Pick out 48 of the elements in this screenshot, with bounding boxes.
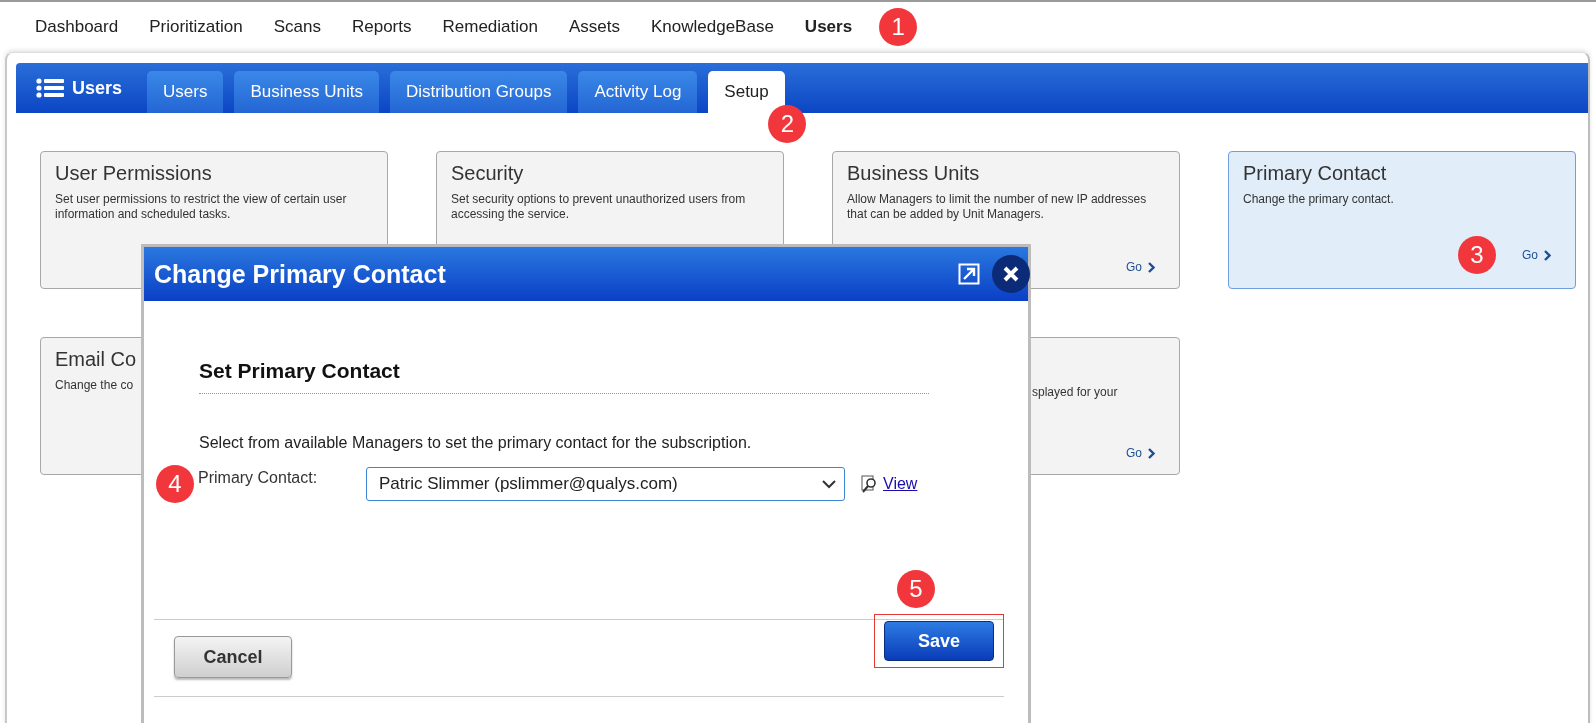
- tab[interactable]: Activity Log: [578, 71, 698, 113]
- card-description: Set security options to prevent unauthorized users from accessing the service.: [451, 192, 747, 222]
- callout-badge: 5: [897, 570, 935, 608]
- chevron-icon: [1148, 447, 1155, 459]
- nav-link[interactable]: Reports: [351, 17, 412, 37]
- section-title: Users: [72, 77, 123, 99]
- tab[interactable]: Distribution Groups: [389, 71, 568, 113]
- nav-link[interactable]: Assets: [568, 17, 620, 37]
- card-description: Change the co: [55, 378, 135, 393]
- card-title: Security: [451, 162, 525, 185]
- card-description: splayed for your: [1032, 385, 1119, 400]
- chevron-icon: [1148, 261, 1155, 273]
- caret-icon: [822, 479, 836, 489]
- callout-badge: 4: [156, 465, 194, 503]
- instruction-text: Select from available Managers to set the primary contact for the subscription.: [199, 434, 753, 452]
- nav-link[interactable]: Remediation: [442, 17, 538, 37]
- tab[interactable]: Business Units: [234, 71, 379, 113]
- nav-link[interactable]: Users: [804, 17, 853, 37]
- contact-dropdown[interactable]: Patric Slimmer (pslimmer@qualys.com): [366, 467, 845, 501]
- card-description: Allow Managers to limit the number of new IP addresses that can be added by Unit Managers.: [847, 192, 1148, 222]
- close-icon[interactable]: [992, 255, 1030, 293]
- callout-badge: 1: [879, 8, 918, 46]
- field-label: Primary Contact:: [198, 468, 319, 487]
- chevron-icon: [1544, 249, 1551, 261]
- card-description: Change the primary contact.: [1243, 192, 1395, 207]
- callout-badge: 3: [1458, 236, 1496, 274]
- callout-badge: 2: [768, 105, 807, 143]
- tab[interactable]: Setup: [708, 71, 785, 113]
- card-title: Business Units: [847, 162, 981, 185]
- nav-link[interactable]: Prioritization: [149, 17, 243, 37]
- go-link[interactable]: Go: [1126, 260, 1142, 274]
- section-heading: Set Primary Contact: [199, 359, 929, 394]
- save-button[interactable]: Save: [884, 621, 994, 661]
- go-link[interactable]: Go: [1522, 248, 1538, 262]
- list-icon: [36, 78, 64, 98]
- nav-link[interactable]: Dashboard: [35, 17, 119, 37]
- cancel-button[interactable]: Cancel: [174, 636, 292, 678]
- card-description: Set user permissions to restrict the view of certain user information and scheduled tasks.: [55, 192, 348, 222]
- magnifier-icon: [861, 475, 879, 493]
- tab[interactable]: Users: [147, 71, 224, 113]
- card-title: Primary Contact: [1243, 162, 1388, 185]
- nav-link[interactable]: Scans: [273, 17, 321, 37]
- card-title: User Permissions: [55, 162, 213, 185]
- popout-icon[interactable]: [958, 263, 980, 285]
- nav-link[interactable]: KnowledgeBase: [651, 17, 774, 37]
- setup-card[interactable]: Primary Contact Change the primary contact. 3 Go: [1228, 151, 1576, 289]
- view-link[interactable]: View: [883, 475, 918, 493]
- go-link[interactable]: Go: [1126, 446, 1142, 460]
